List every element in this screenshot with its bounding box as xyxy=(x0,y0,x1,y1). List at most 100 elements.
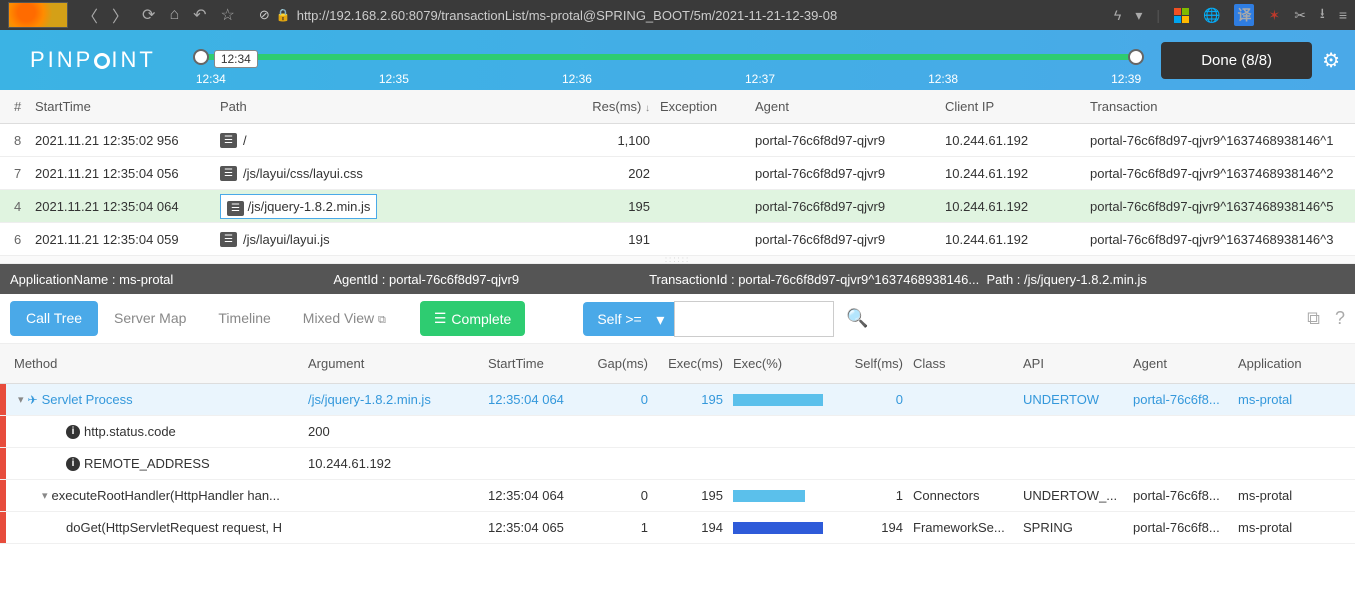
row-marker xyxy=(0,416,6,447)
col-starttime[interactable]: StartTime xyxy=(35,99,220,114)
gear-icon[interactable]: ⚙ xyxy=(1322,48,1340,73)
tick: 12:35 xyxy=(379,72,409,86)
col-argument[interactable]: Argument xyxy=(308,356,488,371)
cell-agent: portal-76c6f8... xyxy=(1133,392,1238,407)
home-icon[interactable]: ⌂ xyxy=(169,6,179,24)
tab-servermap[interactable]: Server Map xyxy=(98,301,202,336)
transaction-row[interactable]: 42021.11.21 12:35:04 064☰ /js/jquery-1.8… xyxy=(0,190,1355,223)
cell-api: UNDERTOW xyxy=(1023,392,1133,407)
resize-handle[interactable]: :::::: xyxy=(0,256,1355,264)
transaction-row[interactable]: 72021.11.21 12:35:04 056☰ /js/layui/css/… xyxy=(0,157,1355,190)
expand-icon[interactable]: ▾ xyxy=(18,393,24,406)
timeline-slider[interactable]: 12:34 12:34 12:35 12:36 12:37 12:38 12:3… xyxy=(196,30,1141,90)
cell-ip: 10.244.61.192 xyxy=(945,232,1090,247)
cell-idx: 7 xyxy=(0,166,35,181)
scissors-icon[interactable]: ✂ xyxy=(1294,7,1306,24)
translate-icon[interactable]: 译 xyxy=(1234,4,1254,26)
col-path[interactable]: Path xyxy=(220,99,580,114)
ext-icon[interactable]: ✶ xyxy=(1268,7,1280,24)
star-icon[interactable]: ☆ xyxy=(221,5,235,25)
calltree-row[interactable]: ▾ ✈ Servlet Process/js/jquery-1.8.2.min.… xyxy=(0,384,1355,416)
filter-input[interactable] xyxy=(674,301,834,337)
col-gap[interactable]: Gap(ms) xyxy=(588,356,658,371)
done-button[interactable]: Done (8/8) xyxy=(1161,42,1312,79)
tab-timeline[interactable]: Timeline xyxy=(202,301,286,336)
url-bar[interactable]: ⊘ 🔒 http://192.168.2.60:8079/transaction… xyxy=(259,7,1100,23)
cell-res: 202 xyxy=(580,166,660,181)
page-icon: ☰ xyxy=(220,232,237,247)
transaction-row[interactable]: 62021.11.21 12:35:04 059☰ /js/layui/layu… xyxy=(0,223,1355,256)
expand-icon[interactable]: ▾ xyxy=(42,489,48,502)
cell-method: doGet(HttpServletRequest request, H xyxy=(0,520,308,535)
col-transaction[interactable]: Transaction xyxy=(1090,99,1355,114)
col-starttime2[interactable]: StartTime xyxy=(488,356,588,371)
detail-header: ApplicationName : ms-protal AgentId : po… xyxy=(0,264,1355,294)
method-name: executeRootHandler(HttpHandler han... xyxy=(52,488,280,503)
col-res[interactable]: Res(ms) ↓ xyxy=(580,99,660,114)
col-exec[interactable]: Exec(ms) xyxy=(658,356,733,371)
calltree-row[interactable]: i http.status.code200 xyxy=(0,416,1355,448)
col-clientip[interactable]: Client IP xyxy=(945,99,1090,114)
self-filter-select[interactable]: Self >= xyxy=(583,302,674,336)
cell-api: SPRING xyxy=(1023,520,1133,535)
transaction-table: # StartTime Path Res(ms) ↓ Exception Age… xyxy=(0,90,1355,264)
application-name: ms-protal xyxy=(119,272,173,287)
transaction-id: portal-76c6f8d97-qjvr9^1637468938146... xyxy=(738,272,979,287)
calltree-row[interactable]: doGet(HttpServletRequest request, H12:35… xyxy=(0,512,1355,544)
col-self[interactable]: Self(ms) xyxy=(833,356,913,371)
cell-path: ☰ /js/jquery-1.8.2.min.js xyxy=(220,194,580,219)
transaction-row[interactable]: 82021.11.21 12:35:02 956☰ /1,100portal-7… xyxy=(0,124,1355,157)
calltree-header: Method Argument StartTime Gap(ms) Exec(m… xyxy=(0,344,1355,384)
globe-icon[interactable]: 🌐 xyxy=(1203,7,1220,24)
calltree-row[interactable]: ▾ executeRootHandler(HttpHandler han... 1… xyxy=(0,480,1355,512)
cell-ip: 10.244.61.192 xyxy=(945,166,1090,181)
complete-button[interactable]: ☰Complete xyxy=(420,301,525,336)
tab-mixedview[interactable]: Mixed View ⧉ xyxy=(287,301,402,336)
url-text: http://192.168.2.60:8079/transactionList… xyxy=(297,8,837,23)
ms-logo-icon[interactable] xyxy=(1174,8,1189,23)
search-icon[interactable]: 🔍 xyxy=(846,308,868,329)
download-icon[interactable]: ⭳ xyxy=(1320,3,1325,27)
forward-icon[interactable]: 〉 xyxy=(112,3,128,27)
cell-exec: 194 xyxy=(658,520,733,535)
cell-start: 2021.11.21 12:35:02 956 xyxy=(35,133,220,148)
cell-trans: portal-76c6f8d97-qjvr9^1637468938146^2 xyxy=(1090,166,1355,181)
menu-icon[interactable]: ≡ xyxy=(1339,7,1347,23)
cell-app: ms-protal xyxy=(1238,392,1355,407)
cell-app: ms-protal xyxy=(1238,488,1355,503)
timeline-handle-left[interactable] xyxy=(193,49,209,65)
calltree-row[interactable]: i REMOTE_ADDRESS10.244.61.192 xyxy=(0,448,1355,480)
cell-api: UNDERTOW_... xyxy=(1023,488,1133,503)
col-exception[interactable]: Exception xyxy=(660,99,755,114)
tab-calltree[interactable]: Call Tree xyxy=(10,301,98,336)
cell-exec: 195 xyxy=(658,488,733,503)
page-icon: ☰ xyxy=(220,133,237,148)
back-icon[interactable]: 〈 xyxy=(82,3,98,27)
popup-icon[interactable]: ⧉ xyxy=(1307,308,1320,329)
cell-execpct xyxy=(733,522,833,534)
info-icon: i xyxy=(66,457,80,471)
col-class[interactable]: Class xyxy=(913,356,1023,371)
chevron-down-icon[interactable]: ▾ xyxy=(1135,7,1142,24)
reload-icon[interactable]: ⟳ xyxy=(142,5,155,25)
undo-icon[interactable]: ↶ xyxy=(193,5,206,25)
col-execpct[interactable]: Exec(%) xyxy=(733,356,833,371)
help-icon[interactable]: ? xyxy=(1335,308,1345,329)
method-name: doGet(HttpServletRequest request, H xyxy=(66,520,282,535)
col-app[interactable]: Application xyxy=(1238,356,1355,371)
flash-icon[interactable]: ϟ xyxy=(1114,7,1121,23)
col-index[interactable]: # xyxy=(0,99,35,114)
cell-ip: 10.244.61.192 xyxy=(945,199,1090,214)
shield-icon: ⊘ xyxy=(259,7,270,23)
self-filter: Self >= 🔍 xyxy=(583,301,868,337)
col-agent[interactable]: Agent xyxy=(755,99,945,114)
method-name: REMOTE_ADDRESS xyxy=(84,456,210,471)
col-api[interactable]: API xyxy=(1023,356,1133,371)
col-agent2[interactable]: Agent xyxy=(1133,356,1238,371)
col-method[interactable]: Method xyxy=(0,356,308,371)
timeline-handle-right[interactable] xyxy=(1128,49,1144,65)
agent-id: portal-76c6f8d97-qjvr9 xyxy=(389,272,519,287)
cell-res: 191 xyxy=(580,232,660,247)
timeline-tooltip: 12:34 xyxy=(214,50,258,68)
cell-agent: portal-76c6f8... xyxy=(1133,520,1238,535)
